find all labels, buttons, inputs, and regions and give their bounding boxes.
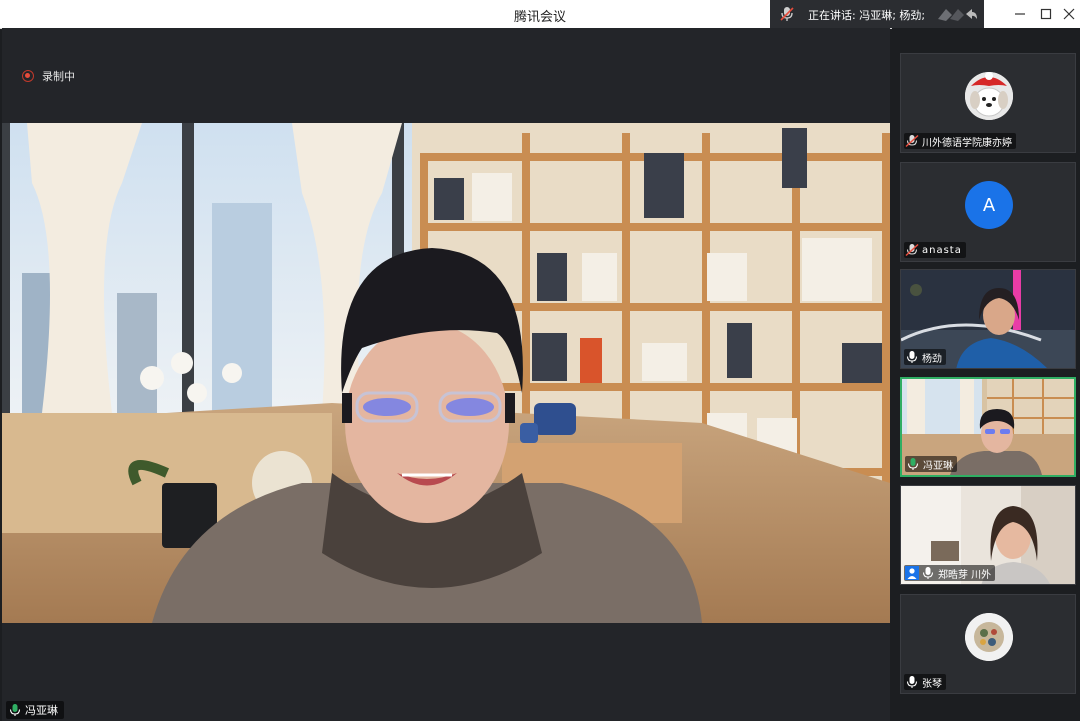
participant-name: anasta	[922, 244, 962, 256]
participant-name: 郑晧芽 川外	[938, 569, 992, 581]
main-video-frame	[2, 123, 890, 623]
participant-tile-active[interactable]: 冯亚琳	[900, 377, 1076, 477]
avatar: A	[965, 181, 1013, 229]
mic-icon	[906, 351, 918, 363]
mic-muted-icon	[905, 134, 919, 148]
participant-label: 冯亚琳	[905, 456, 957, 472]
record-dot-icon	[22, 70, 34, 82]
recording-indicator[interactable]: 录制中	[22, 68, 75, 84]
participant-label: 张琴	[904, 674, 946, 690]
minimize-icon[interactable]	[1009, 4, 1031, 24]
avatar	[965, 72, 1013, 120]
participant-label: 郑晧芽 川外	[904, 565, 996, 581]
main-video-name: 冯亚琳	[25, 704, 58, 717]
mic-icon	[907, 458, 919, 470]
mic-icon	[922, 567, 934, 579]
dog-avatar-icon	[965, 72, 1013, 120]
round-pattern-avatar-icon	[965, 613, 1013, 661]
main-stage: 录制中 冯亚琳	[2, 28, 890, 721]
maximize-icon[interactable]	[1035, 4, 1057, 24]
main-video[interactable]	[2, 123, 890, 623]
mic-muted-icon	[780, 7, 794, 21]
participant-name: 川外德语学院康亦婷	[922, 137, 1012, 149]
recording-label: 录制中	[42, 70, 75, 83]
mic-icon	[9, 704, 21, 716]
participant-label: 杨劲 anasta	[904, 242, 966, 258]
host-icon	[905, 566, 919, 580]
hand-raise-icon[interactable]	[934, 5, 978, 23]
mic-icon	[906, 676, 918, 688]
participant-tile[interactable]: 郑晧芽 川外	[900, 485, 1076, 585]
avatar-letter: A	[982, 194, 996, 216]
speaking-indicator: 正在讲话: 冯亚琳; 杨劲;	[770, 0, 984, 28]
title-bar: 腾讯会议 正在讲话: 冯亚琳; 杨劲;	[0, 0, 1080, 29]
main-video-name-tag: 冯亚琳	[6, 701, 64, 719]
participant-name: 张琴	[922, 678, 942, 690]
participant-label: 川外德语学院康亦婷	[904, 133, 1016, 149]
participant-tile[interactable]: 杨劲	[900, 269, 1076, 369]
avatar	[965, 613, 1013, 661]
participant-tile[interactable]: 川外德语学院康亦婷	[900, 53, 1076, 153]
participant-tile[interactable]: 张琴	[900, 594, 1076, 694]
participant-list: 川外德语学院康亦婷 A 杨劲 anasta	[892, 28, 1080, 721]
speaking-text: 正在讲话: 冯亚琳; 杨劲;	[808, 9, 926, 22]
participant-label: 杨劲	[904, 349, 946, 365]
participant-name: 杨劲	[922, 353, 942, 365]
participant-tile[interactable]: A 杨劲 anasta	[900, 162, 1076, 262]
close-icon[interactable]	[1058, 4, 1080, 24]
participant-name: 冯亚琳	[923, 460, 953, 472]
mic-muted-icon	[905, 243, 919, 257]
